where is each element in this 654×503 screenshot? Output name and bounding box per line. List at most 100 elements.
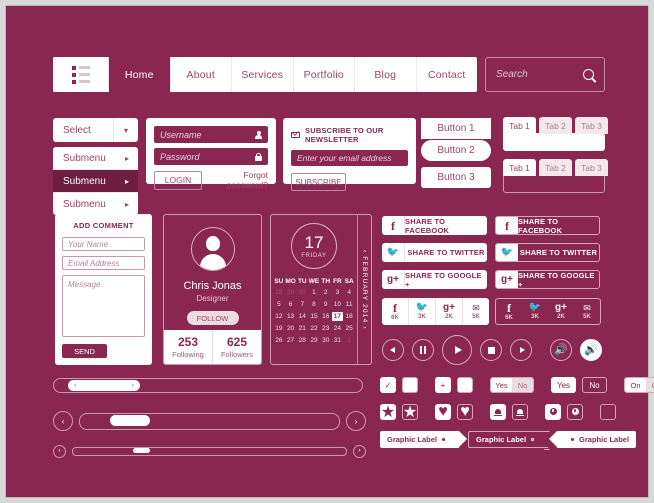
pause-button[interactable] bbox=[412, 339, 434, 361]
counter-mail[interactable]: ✉ 5K bbox=[574, 299, 600, 324]
calendar-day[interactable]: 9 bbox=[320, 300, 332, 309]
graphic-label-filled[interactable]: Graphic Label bbox=[380, 431, 468, 448]
calendar-day[interactable]: 22 bbox=[308, 324, 320, 333]
email-input[interactable]: Email Address bbox=[62, 256, 145, 270]
calendar-day[interactable]: 4 bbox=[343, 288, 355, 297]
calendar-day[interactable]: 30 bbox=[320, 336, 332, 345]
yesno-toggle-joined[interactable]: Yes No bbox=[490, 377, 534, 393]
send-button[interactable]: SEND bbox=[62, 344, 107, 358]
tab-3[interactable]: Tab 3 bbox=[575, 117, 608, 134]
counter-facebook[interactable]: f 6K bbox=[382, 298, 409, 325]
nav-item-contact[interactable]: Contact bbox=[417, 57, 478, 92]
no-option[interactable]: No bbox=[512, 378, 533, 392]
counter-googleplus[interactable]: g+ 2K bbox=[548, 299, 574, 324]
calendar-day[interactable]: 19 bbox=[273, 324, 285, 333]
star-icon-filled[interactable]: ★ bbox=[380, 404, 396, 421]
share-facebook-outline[interactable]: f SHARE TO FACEBOOK bbox=[495, 216, 600, 235]
tab-1[interactable]: Tab 1 bbox=[503, 159, 536, 176]
calendar-day[interactable]: 7 bbox=[296, 300, 308, 309]
select-dropdown[interactable]: Select ▾ bbox=[53, 118, 138, 142]
star-icon-outline[interactable]: ★ bbox=[402, 404, 418, 421]
subscribe-button[interactable]: SUBSCRIBE bbox=[291, 173, 346, 191]
arrow-left-button[interactable]: ‹ bbox=[53, 411, 73, 431]
newsletter-email-input[interactable]: Enter your email address bbox=[291, 150, 408, 166]
calendar-day[interactable]: 18 bbox=[343, 312, 355, 321]
nav-item-home[interactable]: Home bbox=[109, 57, 171, 92]
slider-track[interactable] bbox=[79, 412, 340, 430]
counter-mail[interactable]: ✉ 5K bbox=[463, 298, 489, 325]
button-3[interactable]: Button 3 bbox=[421, 167, 491, 188]
calendar-day[interactable]: 20 bbox=[285, 324, 297, 333]
tab-2[interactable]: Tab 2 bbox=[539, 159, 572, 176]
button-1[interactable]: Button 1 bbox=[421, 118, 491, 139]
calendar-day[interactable]: 23 bbox=[320, 324, 332, 333]
calendar-day[interactable]: 1 bbox=[308, 288, 320, 297]
chevron-left-icon[interactable]: ‹ bbox=[74, 382, 76, 389]
minus-toggle[interactable]: − bbox=[457, 377, 473, 393]
stop-button[interactable] bbox=[480, 339, 502, 361]
calendar-day[interactable]: 1 bbox=[343, 336, 355, 345]
graphic-label-outline[interactable]: Graphic Label bbox=[468, 431, 549, 448]
nav-item-about[interactable]: About bbox=[171, 57, 232, 92]
calendar-day[interactable]: 11 bbox=[343, 300, 355, 309]
chevron-right-icon[interactable]: › bbox=[132, 382, 134, 389]
chevron-down-icon[interactable]: ▾ bbox=[114, 126, 138, 135]
calendar-day[interactable]: 28 bbox=[273, 288, 285, 297]
volume-button-outline[interactable]: 🔊 bbox=[550, 339, 572, 361]
submenu-item-active[interactable]: Submenu ▸ bbox=[53, 170, 138, 193]
name-input[interactable]: Your Name bbox=[62, 237, 145, 251]
pin-icon-outline[interactable] bbox=[567, 404, 583, 420]
submenu-item[interactable]: Submenu ▸ bbox=[53, 147, 138, 170]
nav-item-services[interactable]: Services bbox=[232, 57, 294, 92]
login-button[interactable]: LOGIN bbox=[154, 170, 202, 190]
bell-icon-outline[interactable] bbox=[512, 404, 528, 420]
button-2[interactable]: Button 2 bbox=[421, 140, 491, 161]
empty-checkbox[interactable] bbox=[600, 404, 616, 420]
calendar-day[interactable]: 12 bbox=[273, 312, 285, 321]
counter-twitter[interactable]: 🐦 3K bbox=[522, 299, 548, 324]
forward-button[interactable] bbox=[510, 339, 532, 361]
share-twitter-solid[interactable]: 🐦 SHARE TO TWITTER bbox=[382, 243, 487, 262]
graphic-label-left-arrow[interactable]: Graphic Label bbox=[549, 431, 637, 448]
calendar-day[interactable]: 26 bbox=[273, 336, 285, 345]
calendar-day[interactable]: 27 bbox=[285, 336, 297, 345]
heart-icon-outline[interactable]: ♥ bbox=[457, 403, 473, 420]
calendar-day[interactable]: 25 bbox=[343, 324, 355, 333]
nav-item-blog[interactable]: Blog bbox=[355, 57, 417, 92]
calendar-day[interactable]: 29 bbox=[308, 336, 320, 345]
calendar-day-selected[interactable]: 17 bbox=[331, 312, 344, 321]
search-input[interactable]: Search bbox=[485, 57, 605, 92]
heart-icon-filled[interactable]: ♥ bbox=[435, 403, 451, 420]
calendar-day[interactable]: 15 bbox=[308, 312, 320, 321]
counter-twitter[interactable]: 🐦 3K bbox=[409, 298, 436, 325]
rewind-button[interactable] bbox=[382, 339, 404, 361]
share-googleplus-outline[interactable]: g+ SHARE TO GOOGLE + bbox=[495, 270, 600, 289]
arrow-right-button[interactable]: › bbox=[346, 411, 366, 431]
menu-toggle-button[interactable] bbox=[53, 57, 109, 92]
scrollbar-thumb[interactable]: ‹ › bbox=[68, 380, 140, 391]
message-textarea[interactable]: Message bbox=[62, 275, 145, 337]
yes-button[interactable]: Yes bbox=[551, 377, 576, 393]
tab-2[interactable]: Tab 2 bbox=[539, 117, 572, 134]
share-facebook-solid[interactable]: f SHARE TO FACEBOOK bbox=[382, 216, 487, 235]
yes-option[interactable]: Yes bbox=[491, 378, 512, 392]
plus-toggle[interactable]: + bbox=[435, 377, 451, 393]
calendar-day[interactable]: 6 bbox=[285, 300, 297, 309]
submenu-item[interactable]: Submenu ▸ bbox=[53, 193, 138, 215]
calendar-day[interactable]: 30 bbox=[296, 288, 308, 297]
calendar-day[interactable]: 28 bbox=[296, 336, 308, 345]
username-field[interactable]: Username bbox=[154, 126, 268, 143]
counter-googleplus[interactable]: g+ 2K bbox=[436, 298, 463, 325]
share-googleplus-solid[interactable]: g+ SHARE TO GOOGLE + bbox=[382, 270, 487, 289]
check-toggle[interactable]: ✓ bbox=[380, 377, 396, 393]
slider-track[interactable] bbox=[72, 446, 347, 456]
slider-thumb[interactable] bbox=[133, 447, 150, 453]
calendar-day[interactable]: 29 bbox=[285, 288, 297, 297]
pin-icon-filled[interactable] bbox=[545, 404, 561, 420]
password-field[interactable]: Password bbox=[154, 148, 268, 165]
slider-thumb[interactable] bbox=[110, 414, 150, 426]
tab-1[interactable]: Tab 1 bbox=[503, 117, 536, 134]
calendar-day[interactable]: 14 bbox=[296, 312, 308, 321]
calendar-day[interactable]: 21 bbox=[296, 324, 308, 333]
volume-button-filled[interactable]: 🔊 bbox=[580, 339, 602, 361]
